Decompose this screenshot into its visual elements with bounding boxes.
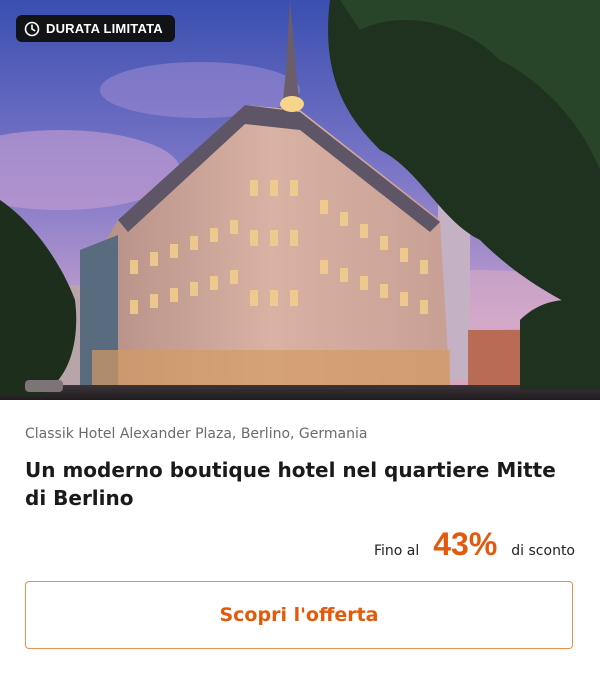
limited-time-label: DURATA LIMITATA xyxy=(46,21,163,36)
discover-offer-label: Scopri l'offerta xyxy=(219,604,379,626)
hotel-photo-illustration xyxy=(0,0,600,400)
hotel-photo[interactable]: DURATA LIMITATA xyxy=(0,0,600,400)
discover-offer-button[interactable]: Scopri l'offerta xyxy=(25,581,573,649)
discount-percent: 43% xyxy=(433,526,498,562)
discount-line: Fino al 43% di sconto xyxy=(25,526,575,563)
discount-suffix: di sconto xyxy=(511,543,575,559)
limited-time-badge: DURATA LIMITATA xyxy=(16,15,175,42)
offer-title[interactable]: Un moderno boutique hotel nel quartiere … xyxy=(25,456,575,512)
clock-icon xyxy=(24,21,40,37)
offer-info: Classik Hotel Alexander Plaza, Berlino, … xyxy=(0,426,600,563)
hotel-location: Classik Hotel Alexander Plaza, Berlino, … xyxy=(25,426,368,442)
offer-card[interactable]: DURATA LIMITATA Classik Hotel Alexander … xyxy=(0,0,600,676)
discount-prefix: Fino al xyxy=(373,543,420,559)
